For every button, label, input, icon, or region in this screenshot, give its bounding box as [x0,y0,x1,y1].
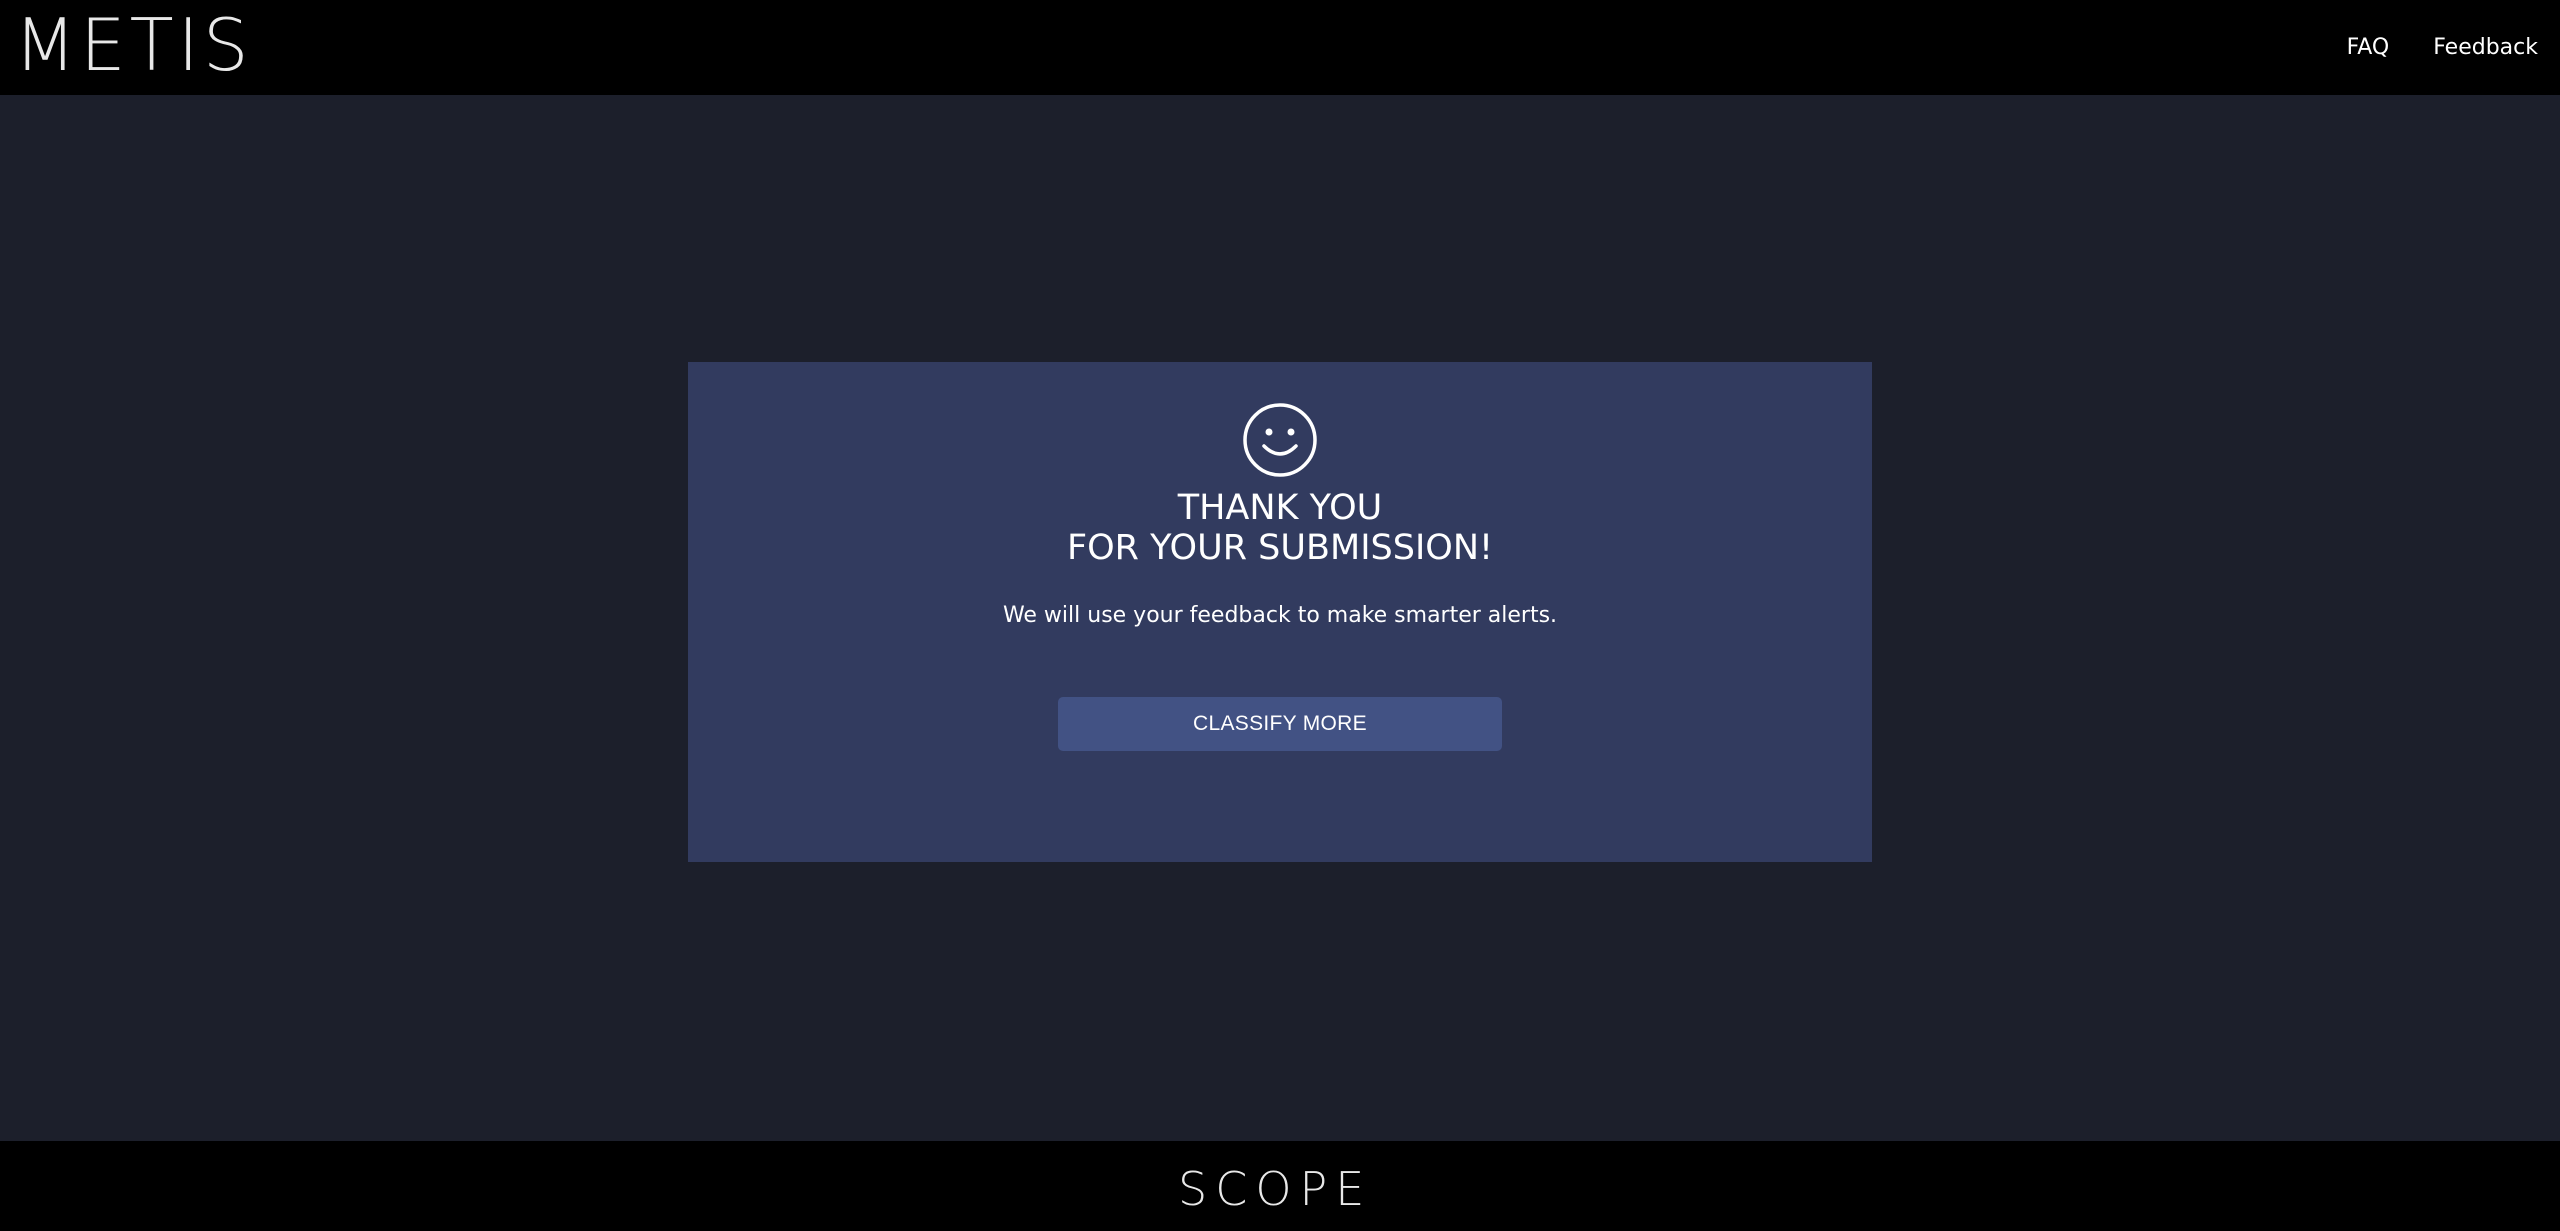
header-nav: FAQ Feedback [2347,0,2538,95]
submission-confirmation-card: THANK YOU FOR YOUR SUBMISSION! We will u… [688,362,1872,862]
nav-link-feedback[interactable]: Feedback [2433,35,2538,60]
smiley-icon [1243,403,1317,477]
confirmation-title: THANK YOU FOR YOUR SUBMISSION! [688,488,1872,568]
title-line-1: THANK YOU [1177,488,1383,528]
scope-logo: SCOPE [1178,1163,1372,1211]
confirmation-message: We will use your feedback to make smarte… [1002,603,1558,628]
classify-more-button[interactable]: CLASSIFY MORE [1058,697,1502,751]
top-navigation-bar: METIS FAQ Feedback [0,0,2560,95]
scope-logo-text: SCOPE [1178,1163,1372,1211]
footer-bar: SCOPE [0,1141,2560,1231]
title-line-2: FOR YOUR SUBMISSION! [1066,528,1494,568]
metis-logo[interactable]: METIS [14,8,253,82]
nav-link-faq[interactable]: FAQ [2347,35,2390,60]
